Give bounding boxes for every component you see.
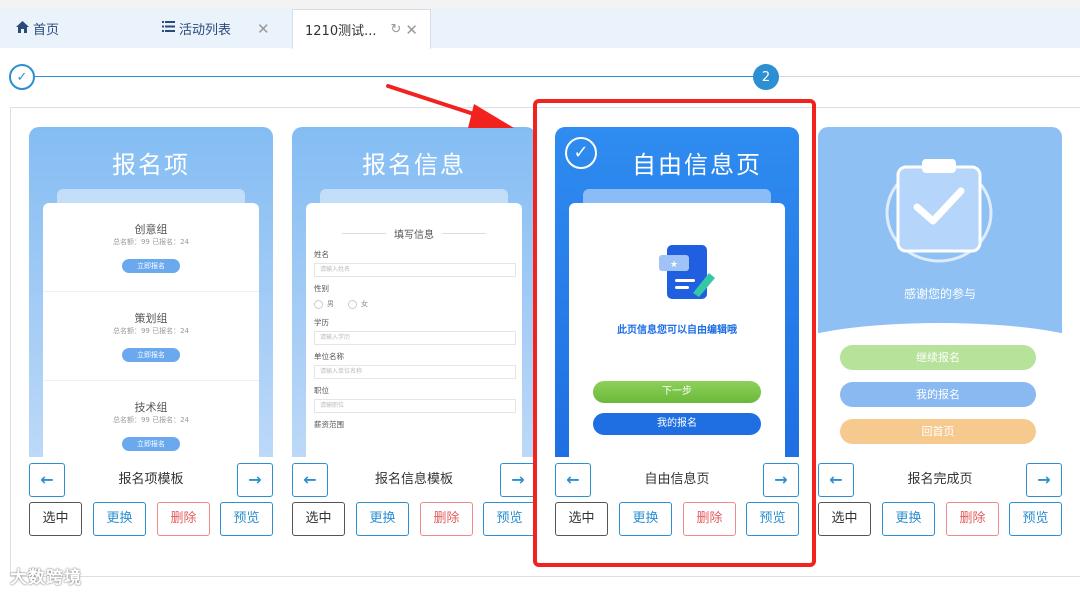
thanks-text: 感谢您的参与 xyxy=(903,287,976,301)
list-item: 创意组 总名额：99 已报名：24 立即报名 xyxy=(43,203,259,292)
signup-now-button: 立即报名 xyxy=(122,348,180,362)
signup-now-button: 立即报名 xyxy=(122,259,180,273)
preview-button[interactable]: 预览 xyxy=(483,502,536,536)
template-name: 报名完成页 xyxy=(907,472,973,487)
tab-activity-list[interactable]: 活动列表 ✕ xyxy=(162,9,270,48)
field-label: 姓名 xyxy=(314,250,329,259)
field-label: 性别 xyxy=(314,284,329,293)
card-title: 报名项 xyxy=(112,151,190,179)
delete-button[interactable]: 删除 xyxy=(157,502,210,536)
select-button[interactable]: 选中 xyxy=(818,502,871,536)
back-home-button: 回首页 xyxy=(840,419,1036,444)
template-actions: 选中 更换 删除 预览 xyxy=(818,502,1062,536)
tab-home-label: 首页 xyxy=(33,23,60,38)
prev-arrow-icon[interactable]: ← xyxy=(818,463,854,497)
template-name: 报名信息模板 xyxy=(374,472,453,487)
step-line xyxy=(779,76,1080,77)
select-button[interactable]: 选中 xyxy=(29,502,82,536)
tab-bar: 首页 活动列表 ✕ 1210测试... ↻ ✕ xyxy=(0,0,1080,49)
step-2-current: 2 xyxy=(753,64,779,90)
template-switcher: ← 报名完成页 → xyxy=(818,463,1062,497)
preview-button[interactable]: 预览 xyxy=(220,502,273,536)
template-signup-items: 报名项 创意组 总名额：99 已报名：24 立即报名 策划组 总名额：99 已报… xyxy=(29,127,273,536)
close-icon[interactable]: ✕ xyxy=(405,21,418,39)
prev-arrow-icon[interactable]: ← xyxy=(292,463,328,497)
my-signup-button: 我的报名 xyxy=(840,382,1036,407)
template-preview[interactable]: 报名项 创意组 总名额：99 已报名：24 立即报名 策划组 总名额：99 已报… xyxy=(29,127,273,457)
group-stats: 总名额：99 已报名：24 xyxy=(112,416,190,424)
watermark: 大数跨境 xyxy=(10,568,82,588)
list-icon xyxy=(162,21,175,36)
replace-button[interactable]: 更换 xyxy=(882,502,935,536)
prev-arrow-icon[interactable]: ← xyxy=(29,463,65,497)
replace-button[interactable]: 更换 xyxy=(356,502,409,536)
template-actions: 选中 更换 删除 预览 xyxy=(29,502,273,536)
field-label: 单位名称 xyxy=(314,352,344,361)
field-input: 请输入姓名 xyxy=(314,263,516,277)
tab-test[interactable]: 1210测试... ↻ ✕ xyxy=(292,9,431,49)
template-preview[interactable]: 报名信息 填写信息 姓名 请输入姓名 性别 男 女 学历 请输入学历 单位名称 … xyxy=(292,127,536,457)
next-arrow-icon[interactable]: → xyxy=(1026,463,1062,497)
home-icon xyxy=(16,20,29,37)
radio-label: 男 xyxy=(327,300,334,308)
field-input: 请输职位 xyxy=(314,399,516,413)
next-arrow-icon[interactable]: → xyxy=(237,463,273,497)
list-item: 策划组 总名额：99 已报名：24 立即报名 xyxy=(43,292,259,381)
paper: 填写信息 姓名 请输入姓名 性别 男 女 学历 请输入学历 单位名称 请输入单位… xyxy=(306,203,522,457)
signup-now-button: 立即报名 xyxy=(122,437,180,451)
group-stats: 总名额：99 已报名：24 xyxy=(112,238,190,246)
template-name: 报名项模板 xyxy=(118,472,184,487)
field-label: 学历 xyxy=(314,318,329,327)
template-actions: 选中 更换 删除 预览 xyxy=(292,502,536,536)
group-stats: 总名额：99 已报名：24 xyxy=(112,327,190,335)
radio-label: 女 xyxy=(361,300,368,308)
gender-radio: 男 女 xyxy=(314,297,522,311)
annotation-arrow-icon xyxy=(386,84,514,128)
field-input: 请输入单位名称 xyxy=(314,365,516,379)
replace-button[interactable]: 更换 xyxy=(93,502,146,536)
delete-button[interactable]: 删除 xyxy=(420,502,473,536)
template-preview[interactable]: 感谢您的参与 继续报名 我的报名 回首页 xyxy=(818,127,1062,457)
radio-icon xyxy=(314,299,323,309)
step-line xyxy=(35,76,753,77)
list-item: 技术组 总名额：99 已报名：24 立即报名 xyxy=(43,381,259,457)
template-switcher: ← 报名项模板 → xyxy=(29,463,273,497)
tab-home[interactable]: 首页 xyxy=(16,9,59,48)
next-arrow-icon[interactable]: → xyxy=(500,463,536,497)
form-title: 填写信息 xyxy=(306,223,522,243)
clipboard-check-icon xyxy=(884,155,994,263)
group-name: 技术组 xyxy=(134,401,168,414)
tab-test-label: 1210测试... xyxy=(305,24,377,39)
preview-button[interactable]: 预览 xyxy=(1009,502,1062,536)
field-input: 请输入学历 xyxy=(314,331,516,345)
select-button[interactable]: 选中 xyxy=(292,502,345,536)
highlight-box xyxy=(533,99,816,567)
template-signup-info: 报名信息 填写信息 姓名 请输入姓名 性别 男 女 学历 请输入学历 单位名称 … xyxy=(292,127,536,536)
template-switcher: ← 报名信息模板 → xyxy=(292,463,536,497)
radio-icon xyxy=(348,299,357,309)
group-name: 策划组 xyxy=(134,312,168,325)
step-1-done: ✓ xyxy=(9,64,35,90)
tab-activity-list-label: 活动列表 xyxy=(179,23,232,38)
refresh-icon[interactable]: ↻ xyxy=(390,22,401,37)
field-label: 职位 xyxy=(314,386,329,395)
paper: 创意组 总名额：99 已报名：24 立即报名 策划组 总名额：99 已报名：24… xyxy=(43,203,259,457)
template-signup-complete: 感谢您的参与 继续报名 我的报名 回首页 ← 报名完成页 → 选中 更换 删除 … xyxy=(818,127,1062,536)
close-icon[interactable]: ✕ xyxy=(257,20,270,38)
delete-button[interactable]: 删除 xyxy=(946,502,999,536)
group-name: 创意组 xyxy=(134,223,168,236)
card-title: 报名信息 xyxy=(362,151,466,179)
field-label: 薪资范围 xyxy=(314,420,344,429)
continue-signup-button: 继续报名 xyxy=(840,345,1036,370)
